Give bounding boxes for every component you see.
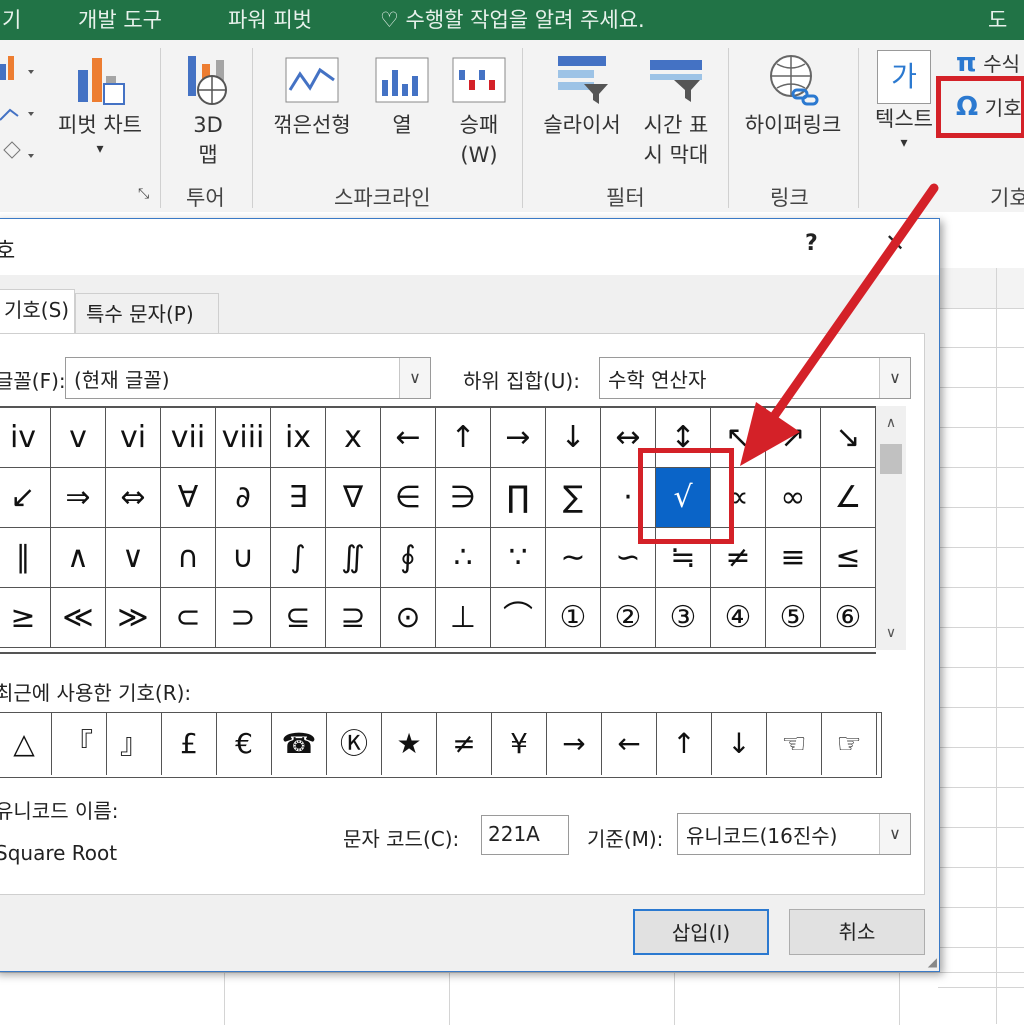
red-arrow-annotation (740, 183, 939, 466)
